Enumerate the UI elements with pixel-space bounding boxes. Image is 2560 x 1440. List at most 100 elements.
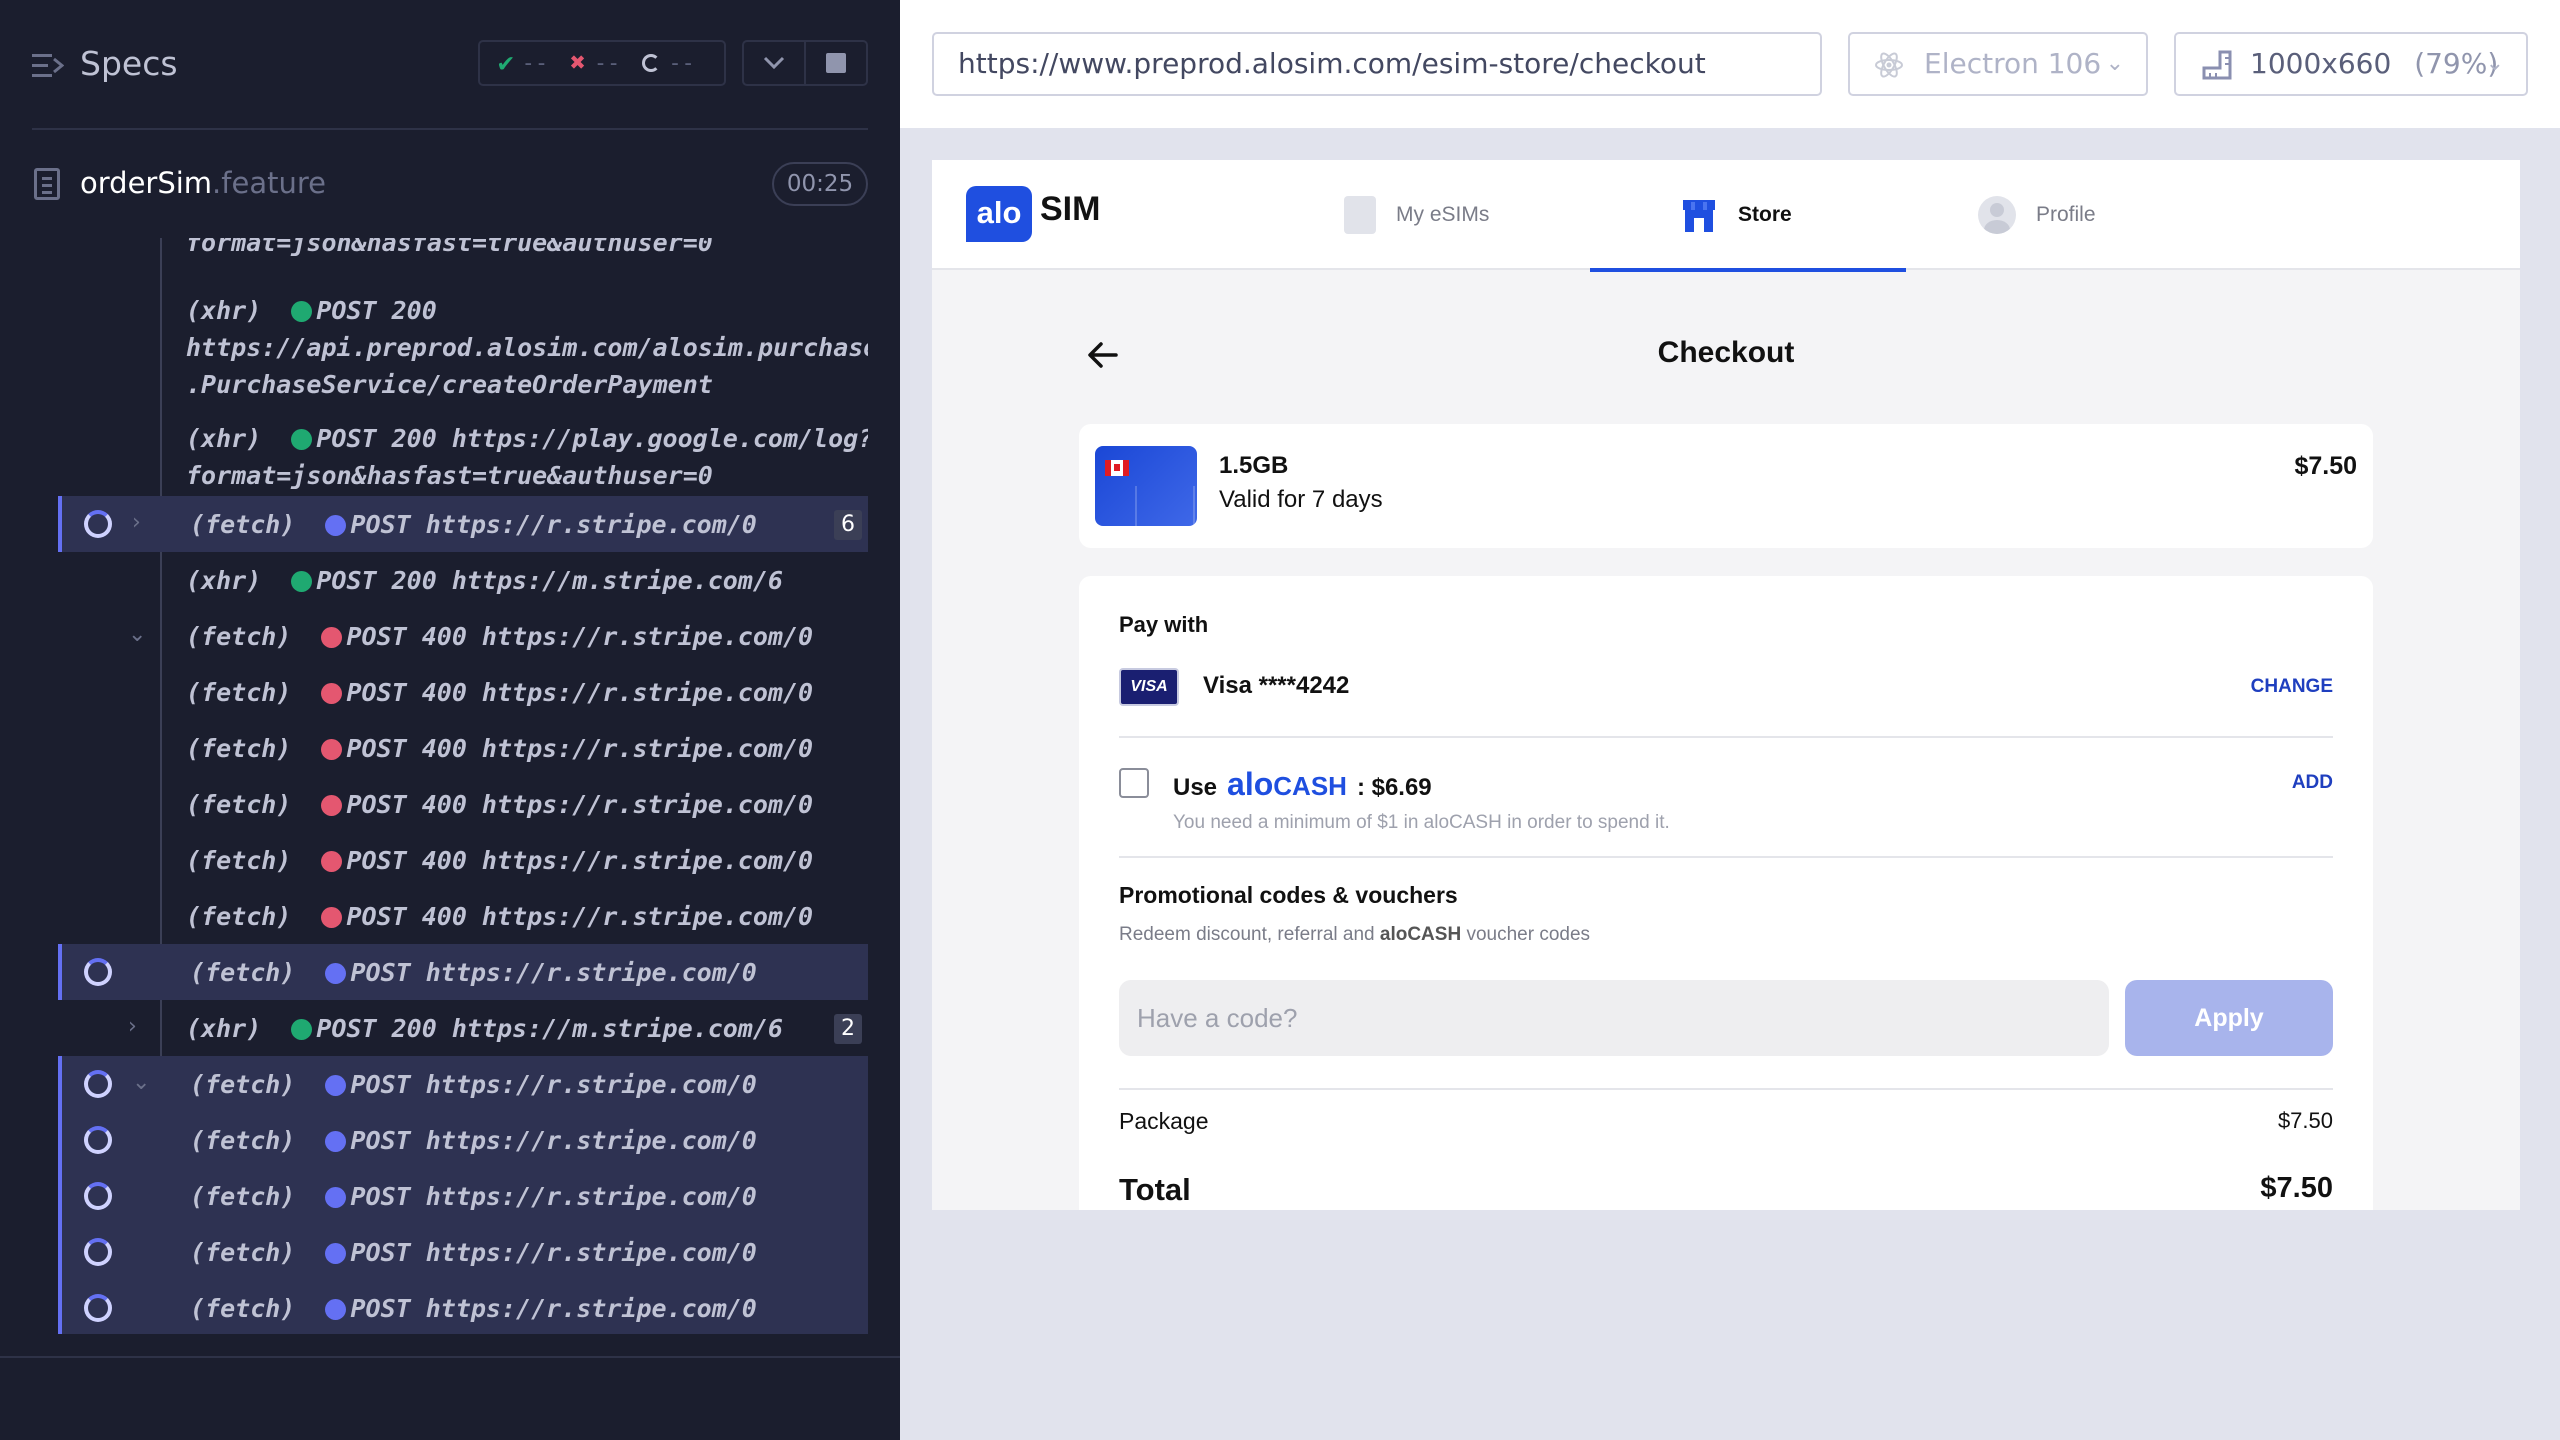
logo-text: SIM [1040, 190, 1101, 228]
browser-selector[interactable]: Electron 106 ⌄ [1848, 32, 2148, 96]
nav-store[interactable]: Store [1590, 160, 1906, 272]
collapse-button[interactable] [744, 42, 804, 84]
nav-profile-label: Profile [2036, 203, 2096, 226]
specs-list-icon[interactable] [32, 52, 64, 80]
status-dot-icon [321, 739, 343, 760]
command-row[interactable]: (xhr) POST 200 https://m.stripe.com/6 [58, 552, 868, 608]
alocash-logo-alo: alo [1227, 766, 1274, 802]
divider [1119, 736, 2333, 738]
alocash-logo: aloCASH [1227, 766, 1347, 803]
request-summary: POST 400 https://r.stripe.com/0 [346, 846, 814, 875]
command-text: (fetch) POST https://r.stripe.com/0 [190, 1290, 757, 1327]
use-alocash-checkbox[interactable] [1119, 768, 1149, 798]
payment-card: Pay with VISA Visa ****4242 CHANGE Use a… [1079, 576, 2373, 1210]
ruler-icon [2202, 50, 2232, 80]
command-type: (fetch) [190, 1070, 326, 1099]
command-row[interactable]: › (fetch) POST https://r.stripe.com/0 6 [58, 496, 868, 552]
specs-title[interactable]: Specs [80, 44, 178, 83]
specs-header: Specs ✔ -- ✖ -- -- [0, 0, 900, 130]
change-payment-button[interactable]: CHANGE [2251, 676, 2333, 698]
url-bar[interactable]: https://www.preprod.alosim.com/esim-stor… [932, 32, 1822, 96]
status-dot-icon [291, 1019, 313, 1040]
request-summary: POST 400 https://r.stripe.com/0 [346, 622, 814, 651]
status-dot-icon [325, 515, 347, 536]
aut-header: https://www.preprod.alosim.com/esim-stor… [900, 0, 2560, 128]
command-row[interactable]: (fetch) POST https://r.stripe.com/0 [58, 1168, 868, 1224]
add-alocash-button[interactable]: ADD [2292, 772, 2333, 794]
command-text: (fetch) POST https://r.stripe.com/0 [190, 506, 757, 543]
duration-badge: 00:25 [772, 162, 868, 206]
spec-file-row[interactable]: orderSim.feature 00:25 [0, 150, 900, 216]
command-row[interactable]: (fetch) POST https://r.stripe.com/0 [58, 944, 868, 1000]
request-url-line: format=json&hasfast=true&authuser=0 [186, 461, 713, 490]
command-text: (xhr) POST 200 https://play.google.com/l… [186, 420, 868, 494]
failed-count: -- [593, 50, 621, 76]
chevron-down-icon: ⌄ [2485, 51, 2504, 76]
command-row[interactable]: (fetch) POST 400 https://r.stripe.com/0 [58, 720, 868, 776]
promo-subtitle-start: Redeem discount, referral and [1119, 924, 1380, 945]
spec-file-basename: orderSim [80, 166, 213, 200]
canada-flag-icon [1105, 460, 1129, 476]
store-icon [1683, 200, 1715, 232]
nav-my-esims[interactable]: My eSIMs [1344, 160, 1489, 270]
command-text: (fetch) POST https://r.stripe.com/0 [190, 1066, 757, 1103]
pending-stat: -- [642, 51, 695, 76]
command-text: (fetch) POST https://r.stripe.com/0 [190, 1234, 757, 1271]
request-summary: POST 200 [316, 296, 437, 325]
request-url-line: .PurchaseService/createOrderPayment [186, 370, 713, 399]
check-icon: ✔ [498, 48, 514, 78]
runner-controls [742, 40, 868, 86]
request-summary: POST https://r.stripe.com/0 [350, 1238, 757, 1267]
plan-price: $7.50 [2294, 452, 2357, 480]
request-summary: POST https://r.stripe.com/0 [350, 1294, 757, 1323]
command-row[interactable]: (fetch) POST https://r.stripe.com/0 [58, 1112, 868, 1168]
command-row[interactable]: format=json&hasfast=true&authuser=0 [58, 238, 868, 280]
chevron-right-icon[interactable]: › [128, 1014, 137, 1039]
request-summary: POST https://r.stripe.com/0 [350, 1070, 757, 1099]
viewport-selector[interactable]: 1000x660 (79%) ⌄ [2174, 32, 2528, 96]
user-avatar-icon [1978, 196, 2016, 234]
nav-profile[interactable]: Profile [1978, 160, 2096, 270]
nav-my-esims-label: My eSIMs [1396, 203, 1490, 226]
chevron-down-icon [763, 56, 785, 70]
chevron-right-icon[interactable]: › [132, 510, 141, 535]
request-summary: POST https://r.stripe.com/0 [350, 1126, 757, 1155]
command-row[interactable]: (xhr) POST 200 https://play.google.com/l… [58, 410, 868, 490]
command-row[interactable]: ⌄ (fetch) POST https://r.stripe.com/0 [58, 1056, 868, 1112]
package-value: $7.50 [2277, 1108, 2333, 1133]
command-type: (fetch) [186, 622, 322, 651]
test-stats: ✔ -- ✖ -- -- [478, 40, 726, 86]
chevron-down-icon[interactable]: ⌄ [128, 622, 146, 647]
command-row[interactable]: (fetch) POST 400 https://r.stripe.com/0 [58, 832, 868, 888]
alocash-balance: : $6.69 [1356, 774, 1432, 801]
command-row[interactable]: (fetch) POST https://r.stripe.com/0 [58, 1280, 868, 1334]
command-row[interactable]: (fetch) POST https://r.stripe.com/0 [58, 1224, 868, 1280]
apply-code-button[interactable]: Apply [2125, 980, 2333, 1056]
command-row[interactable]: (fetch) POST 400 https://r.stripe.com/0 [58, 888, 868, 944]
request-url-line: format=json&hasfast=true&authuser=0 [186, 238, 713, 257]
command-row[interactable]: (xhr) POST 200 https://api.preprod.alosim… [58, 282, 868, 402]
status-dot-icon [321, 627, 343, 648]
command-text: (fetch) POST 400 https://r.stripe.com/0 [186, 674, 813, 711]
divider [1119, 856, 2333, 858]
request-url-line: https://api.preprod.alosim.com/alosim.pu… [186, 333, 868, 362]
command-text: (xhr) POST 200 https://api.preprod.alosim… [186, 292, 868, 403]
request-summary: POST 200 https://play.google.com/log? [316, 424, 868, 453]
plan-summary-card: 1.5GB Valid for 7 days $7.50 [1079, 424, 2373, 548]
promo-code-input[interactable] [1119, 980, 2109, 1056]
package-label: Package [1119, 1108, 1209, 1134]
command-row[interactable]: › (xhr) POST 200 https://m.stripe.com/6 2 [58, 1000, 868, 1056]
command-row[interactable]: ⌄ (fetch) POST 400 https://r.stripe.com/0 [58, 608, 868, 664]
status-dot-icon [325, 1075, 347, 1096]
request-summary: POST 400 https://r.stripe.com/0 [346, 902, 814, 931]
pay-with-heading: Pay with [1119, 612, 1209, 637]
command-row[interactable]: (fetch) POST 400 https://r.stripe.com/0 [58, 776, 868, 832]
skyline-graphic [1135, 486, 1195, 526]
status-dot-icon [325, 1299, 347, 1320]
promo-subtitle-end: voucher codes [1461, 924, 1591, 945]
command-text: (fetch) POST 400 https://r.stripe.com/0 [186, 786, 813, 823]
loading-spinner-icon [84, 1182, 112, 1210]
stop-button[interactable] [804, 42, 866, 84]
chevron-down-icon[interactable]: ⌄ [132, 1070, 150, 1095]
command-row[interactable]: (fetch) POST 400 https://r.stripe.com/0 [58, 664, 868, 720]
